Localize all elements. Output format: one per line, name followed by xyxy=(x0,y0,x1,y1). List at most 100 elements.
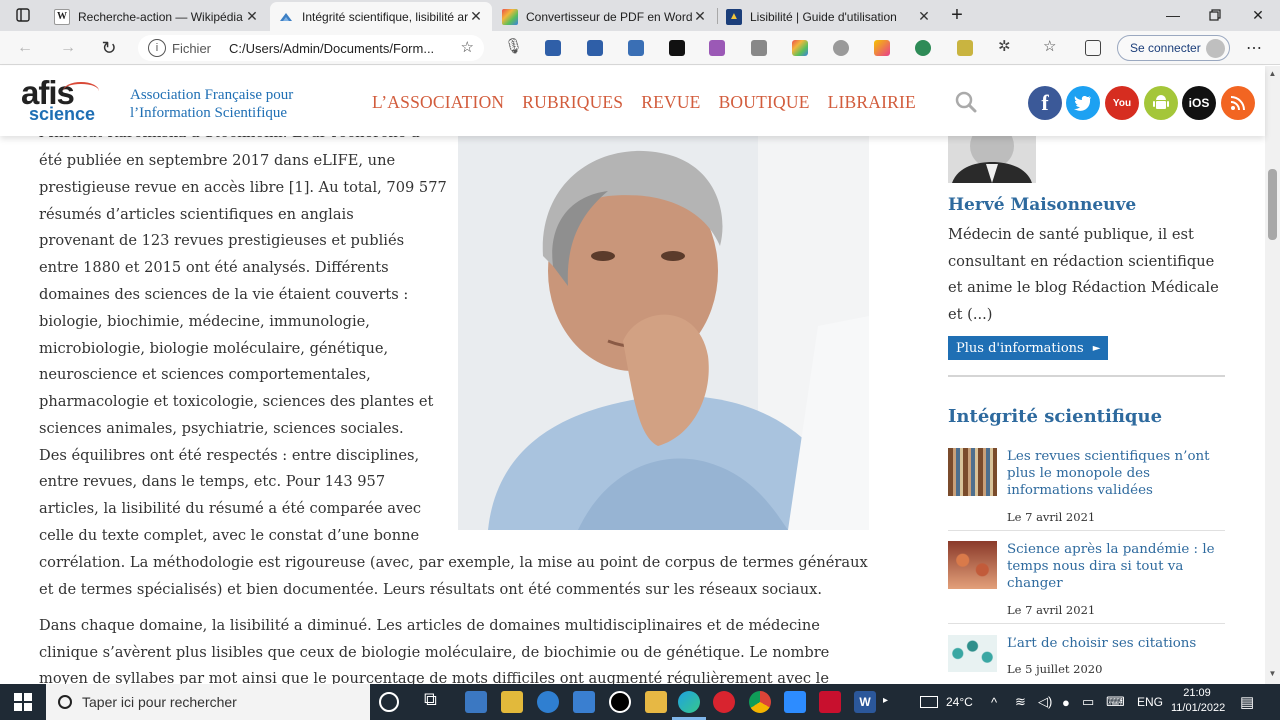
tab-wikipedia[interactable]: W Recherche-action — Wikipédia ✕ xyxy=(46,2,268,31)
extension-w-icon[interactable] xyxy=(874,40,890,56)
facebook-icon[interactable]: f xyxy=(1028,86,1062,120)
association-name[interactable]: Association Française pour l’Information… xyxy=(130,86,293,122)
microphone-icon[interactable]: 🎙 xyxy=(504,37,523,55)
microphone-icon[interactable]: ● xyxy=(1062,684,1070,720)
edge-icon[interactable] xyxy=(678,691,700,713)
close-tab-icon[interactable]: ✕ xyxy=(468,8,484,25)
twitter-icon[interactable] xyxy=(1066,86,1100,120)
tab-title: Lisibilité | Guide d'utilisation xyxy=(750,9,897,24)
thumbnail xyxy=(948,635,997,672)
scroll-down-icon[interactable]: ▼ xyxy=(1265,669,1280,681)
ios-icon[interactable]: iOS xyxy=(1182,86,1216,120)
extension-color-icon[interactable] xyxy=(792,40,808,56)
nav-revue[interactable]: REVUE xyxy=(641,92,700,113)
cortana-icon[interactable] xyxy=(379,692,399,712)
nav-rubriques[interactable]: RUBRIQUES xyxy=(522,92,623,113)
rss-icon[interactable] xyxy=(1221,86,1255,120)
tab-integrite-scientifique[interactable]: Intégrité scientifique, lisibilité art ✕ xyxy=(270,2,492,31)
store-icon[interactable] xyxy=(465,691,487,713)
close-window-icon[interactable]: ✕ xyxy=(1243,4,1273,26)
close-tab-icon[interactable]: ✕ xyxy=(244,8,260,25)
address-bar[interactable]: i Fichier C:/Users/Admin/Documents/Form.… xyxy=(138,35,484,61)
volume-icon[interactable]: ◁) xyxy=(1038,684,1052,720)
photos-icon[interactable] xyxy=(537,691,559,713)
url-text[interactable]: C:/Users/Admin/Documents/Form... xyxy=(229,41,434,56)
article-line: Dans chaque domaine, la lisibilité a dim… xyxy=(39,617,820,634)
extension-books-icon[interactable] xyxy=(709,40,725,56)
article-line: pharmacologie et toxicologie, sciences d… xyxy=(39,393,434,410)
pdf-icon[interactable] xyxy=(819,691,841,713)
list-item-title[interactable]: Science après la pandémie : le temps nou… xyxy=(1007,541,1222,592)
battery-icon[interactable]: ▭ xyxy=(1082,684,1094,720)
restore-icon[interactable] xyxy=(1200,4,1230,26)
forward-icon[interactable]: → xyxy=(55,36,81,60)
list-item-title[interactable]: Les revues scientifiques n’ont plus le m… xyxy=(1007,448,1222,499)
bookmark-logo-icon: ▲ xyxy=(726,8,742,25)
article-line: neuroscience et sciences comportementale… xyxy=(39,366,371,383)
info-icon[interactable]: i xyxy=(148,39,166,57)
article-line: sciences animales, psychiatrie, sciences… xyxy=(39,420,404,437)
favorites-icon[interactable]: ☆ xyxy=(1043,37,1059,55)
extension-circle-icon[interactable] xyxy=(833,40,849,56)
chrome-icon[interactable] xyxy=(749,691,771,713)
close-tab-icon[interactable]: ✕ xyxy=(916,8,932,25)
keyboard-icon[interactable]: ⌨ xyxy=(1106,684,1125,720)
language-indicator[interactable]: ENG xyxy=(1137,684,1163,720)
collections-icon[interactable] xyxy=(1085,40,1101,56)
list-item-title[interactable]: L’art de choisir ses citations xyxy=(1007,635,1222,652)
weather-widget[interactable]: 24°C xyxy=(920,684,973,720)
back-icon[interactable]: ← xyxy=(12,36,38,60)
search-icon[interactable] xyxy=(955,91,977,113)
more-info-button[interactable]: Plus d'informations ► xyxy=(948,336,1109,360)
extension-upload-icon[interactable] xyxy=(628,40,644,56)
extension-globe-icon[interactable] xyxy=(915,40,931,56)
extensions-icon[interactable]: ✲ xyxy=(998,37,1014,55)
minimize-icon[interactable]: — xyxy=(1158,4,1188,26)
refresh-icon[interactable]: ↻ xyxy=(96,36,122,60)
nav-association[interactable]: L’ASSOCIATION xyxy=(372,92,504,113)
tab-title: Intégrité scientifique, lisibilité art xyxy=(302,9,468,24)
zoom-icon[interactable] xyxy=(784,691,806,713)
app-circle-icon[interactable] xyxy=(609,691,631,713)
sign-in-button[interactable]: Se connecter xyxy=(1117,35,1230,61)
mail-icon[interactable] xyxy=(573,691,595,713)
word-icon[interactable]: W xyxy=(854,691,876,713)
close-tab-icon[interactable]: ✕ xyxy=(692,8,708,25)
sign-in-label: Se connecter xyxy=(1130,41,1201,55)
sticky-notes-icon[interactable] xyxy=(501,691,523,713)
wikipedia-icon: W xyxy=(54,8,70,25)
tab-actions-icon[interactable] xyxy=(8,4,38,26)
tab-title: Convertisseur de PDF en Word - xyxy=(526,9,692,24)
file-explorer-icon[interactable] xyxy=(645,691,667,713)
nav-boutique[interactable]: BOUTIQUE xyxy=(719,92,810,113)
android-icon[interactable] xyxy=(1144,86,1178,120)
task-view-icon[interactable]: ⧉ xyxy=(424,689,446,711)
extension-flask-icon[interactable] xyxy=(957,40,973,56)
extension-copy-icon[interactable] xyxy=(751,40,767,56)
section-title[interactable]: Intégrité scientifique xyxy=(948,406,1162,427)
tray-chevron-icon[interactable]: ^ xyxy=(991,684,997,720)
clock[interactable]: 21:09 11/01/2022 xyxy=(1171,686,1225,716)
extension-puzzle-icon[interactable] xyxy=(587,40,603,56)
afis-logo[interactable]: afis science xyxy=(21,76,101,126)
clock-time: 21:09 xyxy=(1183,687,1211,699)
author-name[interactable]: Hervé Maisonneuve xyxy=(948,195,1136,215)
scrollbar-thumb[interactable] xyxy=(1268,169,1277,240)
new-tab-button[interactable]: + xyxy=(942,4,972,26)
show-more-icon[interactable]: ▸ xyxy=(883,695,893,717)
tab-lisibilite-guide[interactable]: ▲ Lisibilité | Guide d'utilisation ✕ xyxy=(718,2,940,31)
more-menu-icon[interactable]: ⋯ xyxy=(1241,36,1267,60)
extension-puzzle-icon[interactable] xyxy=(545,40,561,56)
youtube-icon[interactable]: You xyxy=(1105,86,1139,120)
notifications-icon[interactable]: ▤ xyxy=(1240,684,1254,720)
vertical-scrollbar[interactable]: ▲ ▼ xyxy=(1265,66,1280,684)
windows-start-icon[interactable] xyxy=(0,684,46,720)
taskbar-search-box[interactable]: Taper ici pour rechercher xyxy=(46,684,370,720)
favorite-star-icon[interactable]: ☆ xyxy=(461,38,474,56)
wifi-icon[interactable]: ≋ xyxy=(1015,684,1026,720)
nav-librairie[interactable]: LIBRAIRIE xyxy=(828,92,916,113)
opera-icon[interactable] xyxy=(713,691,735,713)
extension-d-icon[interactable] xyxy=(669,40,685,56)
scroll-up-icon[interactable]: ▲ xyxy=(1265,69,1280,81)
tab-convertisseur-pdf[interactable]: Convertisseur de PDF en Word - ✕ xyxy=(494,2,716,31)
